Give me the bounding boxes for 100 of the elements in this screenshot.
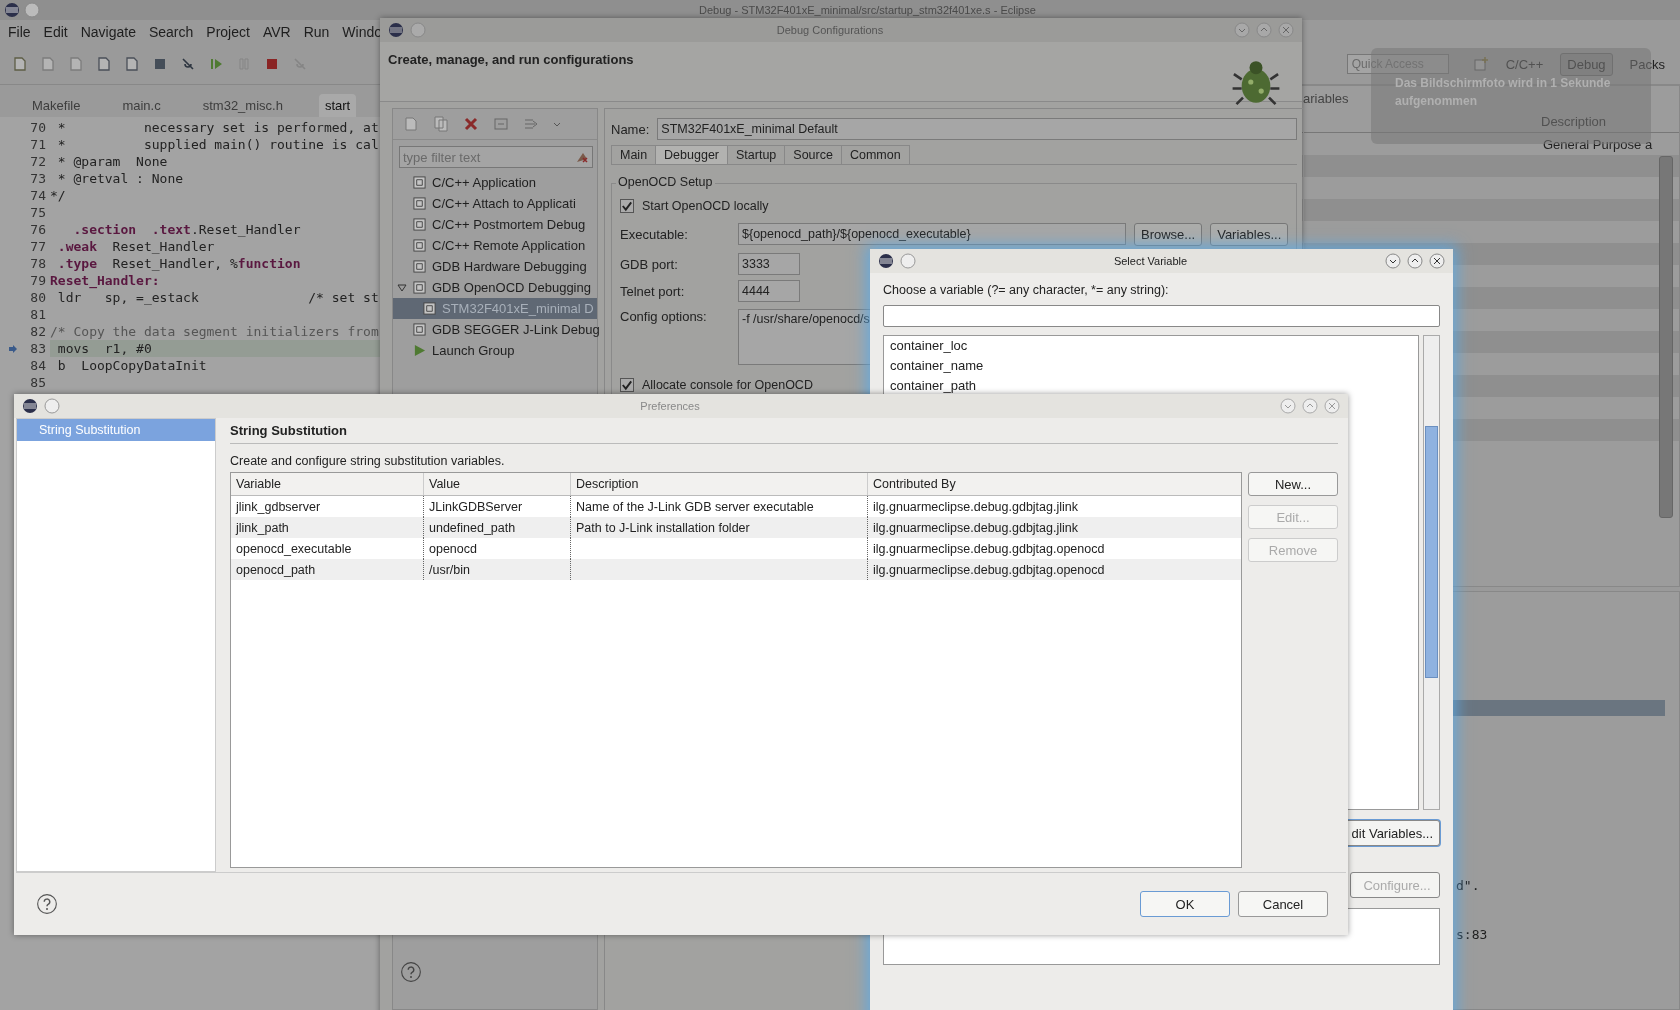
port-field[interactable]: 4444 xyxy=(738,280,800,302)
line-number: 75 xyxy=(29,205,46,220)
menu-item[interactable]: Project xyxy=(206,24,250,40)
name-field[interactable]: STM32F401xE_minimal Default xyxy=(657,118,1298,140)
tree-item[interactable]: GDB Hardware Debugging xyxy=(393,256,597,277)
code-line: /* Copy the data segment initializers from xyxy=(50,323,379,340)
value-cell: openocd xyxy=(429,541,477,556)
tab[interactable]: Common xyxy=(840,145,910,164)
tree-item[interactable]: GDB OpenOCD Debugging xyxy=(393,277,597,298)
tree-item[interactable]: GDB SEGGER J-Link Debug xyxy=(393,319,597,340)
code-line: * necessary set is performed, at xyxy=(56,119,379,136)
console-line: d". xyxy=(1456,878,1481,893)
tree-item[interactable]: C/C++ Postmortem Debug xyxy=(393,214,597,235)
line-number: 84 xyxy=(29,358,46,373)
menu-item[interactable]: Edit xyxy=(43,24,68,40)
ok-button[interactable]: OK xyxy=(1140,891,1230,917)
dialog-header: Create, manage, and run configurations xyxy=(388,52,634,69)
column-header[interactable]: Description xyxy=(571,473,868,495)
code-line: .weak Reset_Handler xyxy=(56,238,215,255)
checkbox-label: Start OpenOCD locally xyxy=(642,199,769,213)
line-number: 72 xyxy=(29,154,46,169)
code-line: * @param None xyxy=(56,153,168,170)
port-field[interactable]: 3333 xyxy=(738,253,800,275)
line-number: 71 xyxy=(29,137,46,152)
code-line: b LoopCopyDataInit xyxy=(56,357,207,374)
table-cell: General Purpose a xyxy=(1543,136,1653,152)
field-label: Executable: xyxy=(620,226,689,242)
field-label: Telnet port: xyxy=(620,283,686,299)
intro-text: Create and configure string substitution variables. xyxy=(230,454,506,468)
line-number: 78 xyxy=(29,256,46,271)
editor-tab[interactable]: start xyxy=(318,94,357,117)
dialog-button[interactable]: Browse... xyxy=(1134,222,1203,246)
view-tab[interactable]: ariables xyxy=(1303,90,1349,106)
menu-item[interactable]: File xyxy=(8,24,31,40)
column-header[interactable]: Contributed By xyxy=(868,473,1239,495)
value-cell: JLinkGDBServer xyxy=(429,499,523,514)
line-number: 81 xyxy=(29,307,46,322)
contributor-cell: ilg.gnuarmeclipse.debug.gdbjtag.jlink xyxy=(873,499,1078,514)
dialog-button[interactable]: Variables... xyxy=(1210,222,1289,246)
line-number: 70 xyxy=(29,120,46,135)
description-cell: Name of the J-Link GDB server executable xyxy=(576,499,814,514)
line-number: 80 xyxy=(29,290,46,305)
table-action-button[interactable]: New... xyxy=(1248,472,1338,496)
line-number: 85 xyxy=(29,375,46,390)
window-title: Preferences xyxy=(639,400,701,412)
menu-item[interactable]: Windo xyxy=(342,24,382,40)
line-number: 76 xyxy=(29,222,46,237)
tree-item[interactable]: C/C++ Application xyxy=(393,172,597,193)
field-label: GDB port: xyxy=(620,256,679,272)
list-item[interactable]: container_loc xyxy=(890,336,1412,356)
group-title: OpenOCD Setup xyxy=(616,175,715,189)
window-title: Debug Configurations xyxy=(775,24,885,36)
code-line: .type Reset_Handler, %function xyxy=(56,255,301,272)
checkbox-label: Allocate console for OpenOCD xyxy=(642,378,813,392)
window-title: Select Variable xyxy=(1112,255,1189,267)
variable-cell: jlink_path xyxy=(236,520,289,535)
prompt-label: Choose a variable (?= any character, *= any string): xyxy=(883,283,1170,297)
variable-cell: openocd_executable xyxy=(236,541,352,556)
column-header[interactable]: Variable xyxy=(231,473,424,495)
code-line: .section .text.Reset_Handler xyxy=(72,221,301,238)
editor-tab[interactable]: Makefile xyxy=(26,94,87,117)
line-number: 74 xyxy=(29,188,46,203)
menu-item[interactable]: Run xyxy=(303,24,330,40)
window-title: Debug - STM32F401xE_minimal/src/startup_stm32f401xe.s - Eclipse xyxy=(699,4,1036,16)
contributor-cell: ilg.gnuarmeclipse.debug.gdbjtag.openocd xyxy=(873,562,1105,577)
contributor-cell: ilg.gnuarmeclipse.debug.gdbjtag.openocd xyxy=(873,541,1105,556)
cancel-button[interactable]: Cancel xyxy=(1238,891,1328,917)
code-line: */ xyxy=(50,187,66,204)
code-line: * @retval : None xyxy=(56,170,184,187)
code-line: ldr sp, =_estack /* set st xyxy=(56,289,379,306)
line-number: 77 xyxy=(29,239,46,254)
value-cell: undefined_path xyxy=(429,520,516,535)
list-item[interactable]: container_path xyxy=(890,376,1412,396)
field-label: Config options: xyxy=(620,309,708,324)
line-number: 73 xyxy=(29,171,46,186)
code-line: Reset_Handler: xyxy=(50,272,160,289)
tree-item[interactable]: C/C++ Attach to Applicati xyxy=(393,193,597,214)
contributor-cell: ilg.gnuarmeclipse.debug.gdbjtag.jlink xyxy=(873,520,1078,535)
list-item[interactable]: container_name xyxy=(890,356,1412,376)
line-number: 83 xyxy=(29,341,46,356)
value-cell: /usr/bin xyxy=(429,562,470,577)
tab[interactable]: Debugger xyxy=(655,145,728,164)
column-header[interactable]: Value xyxy=(424,473,571,495)
executable-field[interactable]: ${openocd_path}/${openocd_executable} xyxy=(738,223,1126,245)
tree-item[interactable]: C/C++ Remote Application xyxy=(393,235,597,256)
menu-item[interactable]: AVR xyxy=(262,24,291,40)
tree-item[interactable]: Launch Group xyxy=(393,340,597,361)
tab[interactable]: Startup xyxy=(727,145,786,164)
line-number: 82 xyxy=(29,324,46,339)
variable-cell: openocd_path xyxy=(236,562,316,577)
field-label: Name: xyxy=(611,121,650,137)
editor-tab[interactable]: stm32_misc.h xyxy=(196,94,289,117)
page-heading: String Substitution xyxy=(230,422,348,440)
code-line: * supplied main() routine is cal xyxy=(56,136,379,153)
menu-item[interactable]: Navigate xyxy=(80,24,136,40)
menu-item[interactable]: Search xyxy=(148,24,194,40)
editor-tab[interactable]: main.c xyxy=(116,94,167,117)
line-number: 79 xyxy=(29,273,46,288)
console-line: s:83 xyxy=(1456,927,1488,942)
description-cell: Path to J-Link installation folder xyxy=(576,520,750,535)
